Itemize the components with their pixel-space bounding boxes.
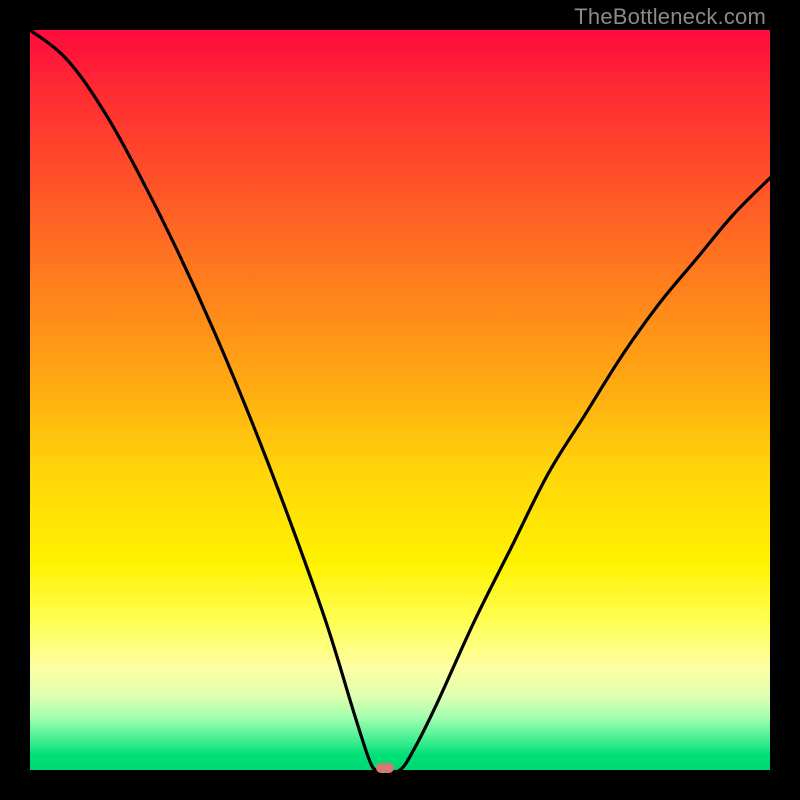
minimum-marker xyxy=(376,763,394,773)
curve-svg xyxy=(30,30,770,770)
chart-frame: TheBottleneck.com xyxy=(0,0,800,800)
watermark-text: TheBottleneck.com xyxy=(574,4,766,30)
plot-area xyxy=(30,30,770,770)
bottleneck-curve xyxy=(30,30,770,770)
